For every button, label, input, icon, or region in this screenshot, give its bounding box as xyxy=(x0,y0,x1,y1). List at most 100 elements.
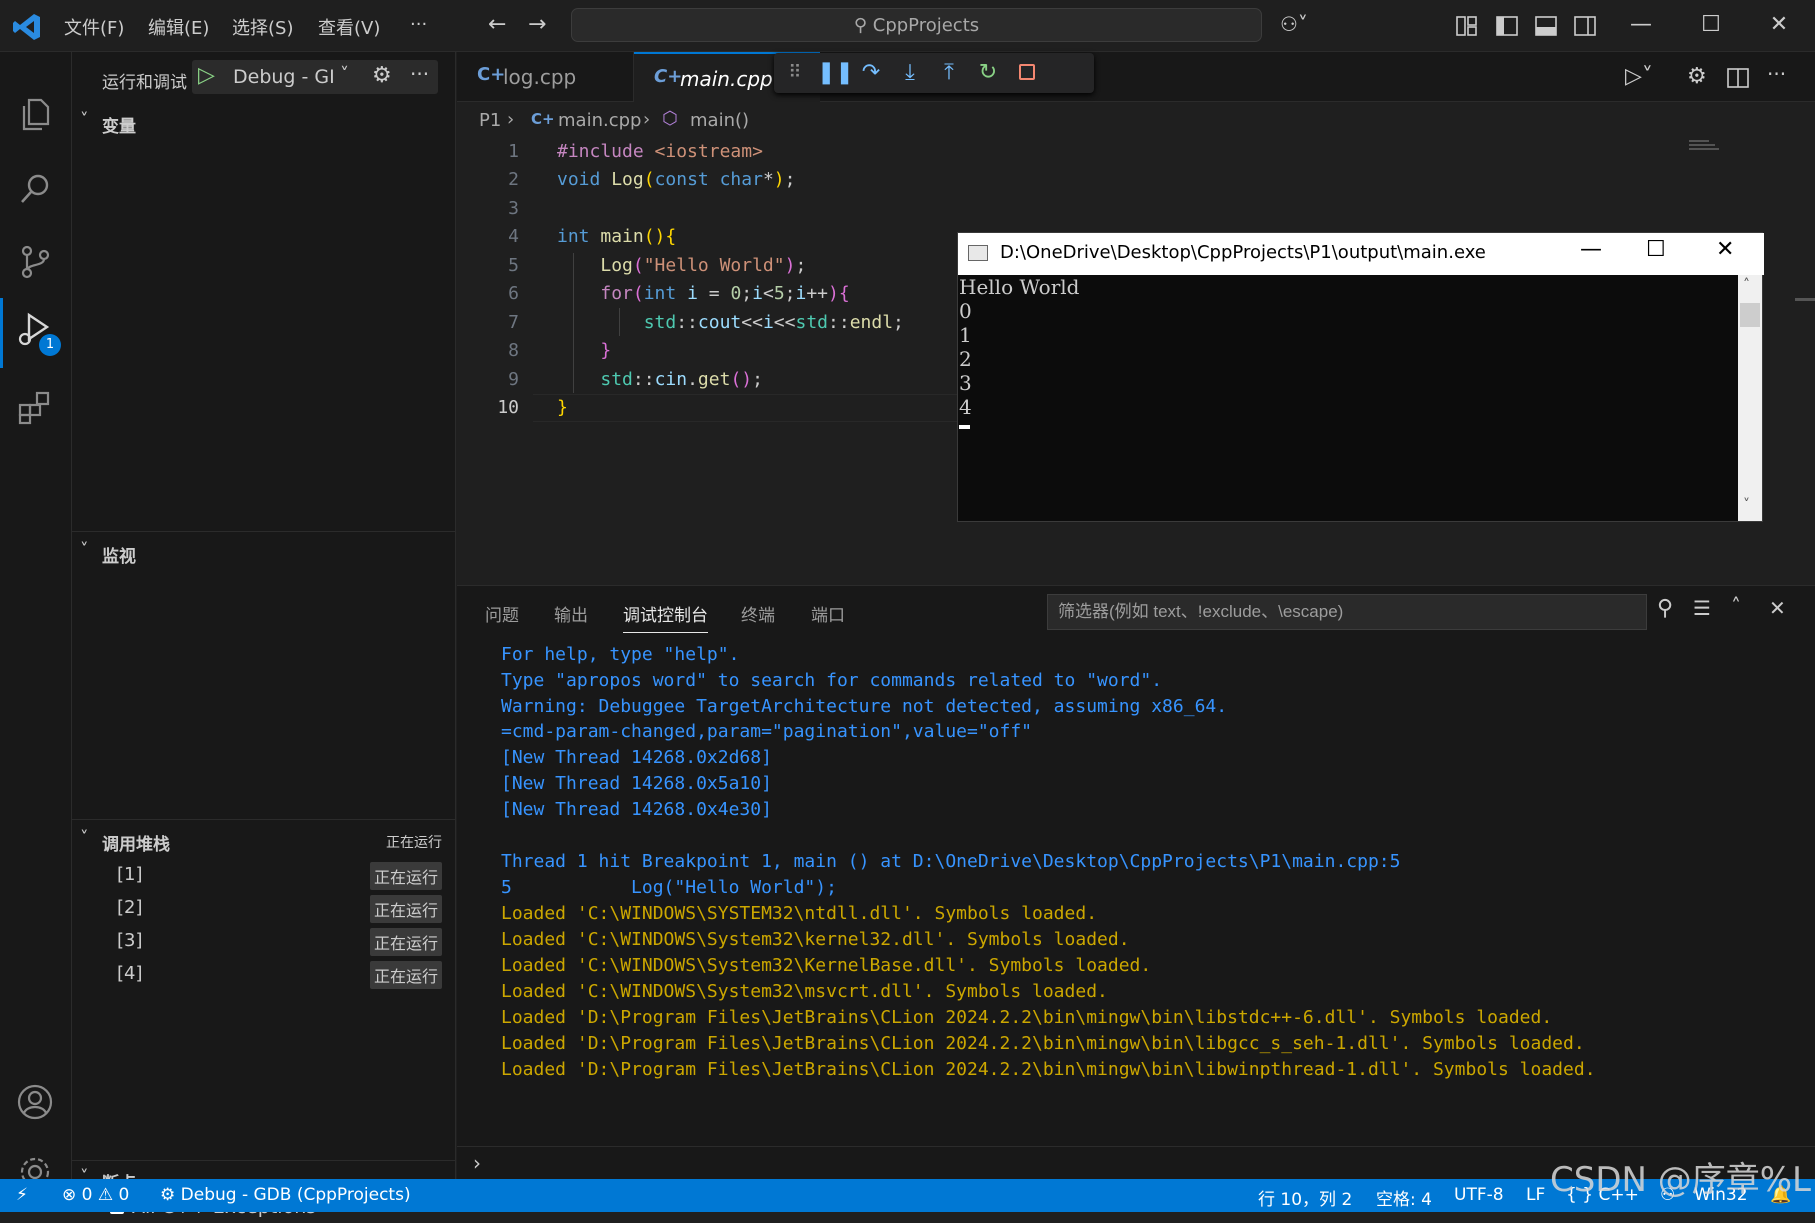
thread-name: [4] xyxy=(117,963,143,984)
encoding[interactable]: UTF-8 xyxy=(1454,1185,1504,1205)
cursor-position[interactable]: 行 10，列 2 xyxy=(1258,1185,1352,1210)
tab-debug-console[interactable]: 调试控制台 xyxy=(623,601,708,633)
breadcrumb: P1 › C+ main.cpp › ⬡ main() xyxy=(457,104,1815,138)
thread-row[interactable]: [1] 正在运行 xyxy=(72,858,456,891)
more-actions-icon[interactable]: ··· xyxy=(410,62,429,86)
run-split-icon[interactable]: ▷˅ xyxy=(1625,64,1653,89)
step-over-icon[interactable]: ↷ xyxy=(856,59,886,87)
chevron-down-icon: ˅ xyxy=(80,828,89,848)
breadcrumb-symbol[interactable]: main() xyxy=(690,110,749,131)
maximize-panel-chevron-up-icon[interactable]: ˄ xyxy=(1731,594,1741,618)
menu-view[interactable]: 查看(V) xyxy=(318,14,380,40)
maximize-window-button[interactable]: ☐ xyxy=(1696,12,1726,40)
tab-problems[interactable]: 问题 xyxy=(485,601,519,626)
source-control-activity[interactable] xyxy=(0,230,72,292)
variables-section-header[interactable]: ˅ 变量 xyxy=(72,108,456,138)
console-minimize-button[interactable]: — xyxy=(1580,237,1602,262)
minimap[interactable] xyxy=(1689,138,1729,158)
stop-button[interactable] xyxy=(1012,59,1042,87)
console-maximize-button[interactable]: ☐ xyxy=(1646,237,1666,262)
toggle-primary-sidebar-icon[interactable] xyxy=(1496,16,1518,36)
thread-name: [3] xyxy=(117,930,143,951)
thread-row[interactable]: [3] 正在运行 xyxy=(72,924,456,957)
clear-console-icon[interactable]: ☰ xyxy=(1693,596,1711,620)
watch-section-header[interactable]: ˅ 监视 xyxy=(72,538,456,568)
nav-back-icon[interactable]: ← xyxy=(488,12,506,37)
chevron-right-icon: › xyxy=(507,109,515,130)
run-debug-sidebar: 运行和调试 ▷ Debug - GI ˅ ⚙ ··· ˅ 变量 ˅ 监视 ˅ 调… xyxy=(72,52,456,1218)
split-editor-icon[interactable] xyxy=(1727,68,1749,88)
code-line: for(int i = 0;i<5;i++){ xyxy=(600,283,850,304)
thread-row[interactable]: [4] 正在运行 xyxy=(72,957,456,990)
console-line: Loaded 'D:\Program Files\JetBrains\CLion… xyxy=(501,1059,1596,1080)
console-window[interactable]: D:\OneDrive\Desktop\CppProjects\P1\outpu… xyxy=(957,232,1764,522)
toggle-panel-icon[interactable] xyxy=(1535,16,1557,36)
customize-layout-icon[interactable] xyxy=(1456,16,1478,36)
accounts-activity[interactable] xyxy=(0,1070,72,1132)
indentation[interactable]: 空格: 4 xyxy=(1376,1185,1432,1210)
end-of-line[interactable]: LF xyxy=(1526,1185,1545,1205)
menu-selection[interactable]: 选择(S) xyxy=(232,14,293,40)
callstack-title: 调用堆栈 xyxy=(102,835,170,855)
console-scrollbar[interactable]: ˄ ˅ xyxy=(1738,275,1762,521)
activity-bar: 1 xyxy=(0,52,72,1187)
explorer-activity[interactable] xyxy=(0,82,72,144)
minimize-window-button[interactable]: — xyxy=(1626,12,1656,40)
extensions-activity[interactable] xyxy=(0,376,72,438)
restart-icon[interactable]: ↻ xyxy=(973,59,1003,87)
close-window-button[interactable]: ✕ xyxy=(1764,12,1794,40)
scrollbar-thumb[interactable] xyxy=(1795,298,1815,301)
pause-button[interactable]: ❚❚ xyxy=(817,59,854,87)
menu-more[interactable]: ··· xyxy=(410,14,427,35)
tab-output[interactable]: 输出 xyxy=(554,601,588,626)
breadcrumb-folder[interactable]: P1 xyxy=(479,110,501,131)
toggle-secondary-sidebar-icon[interactable] xyxy=(1574,16,1596,36)
remote-icon[interactable]: ⚡ xyxy=(16,1185,28,1205)
scroll-down-icon[interactable]: ˅ xyxy=(1743,497,1750,513)
debug-config-select[interactable]: ▷ Debug - GI ˅ xyxy=(192,60,438,94)
start-debugging-icon[interactable]: ▷ xyxy=(198,63,215,88)
tab-log-cpp[interactable]: C+ log.cpp xyxy=(457,52,634,102)
step-out-icon[interactable]: ⤒ xyxy=(934,59,964,87)
search-icon[interactable]: ⚲ xyxy=(1657,596,1673,621)
console-title-bar[interactable]: D:\OneDrive\Desktop\CppProjects\P1\outpu… xyxy=(958,233,1764,275)
debug-status[interactable]: ⚙ Debug - GDB (CppProjects) xyxy=(160,1185,411,1205)
tab-terminal[interactable]: 终端 xyxy=(741,601,775,626)
thread-state-badge: 正在运行 xyxy=(369,928,442,956)
open-launch-json-gear-icon[interactable]: ⚙ xyxy=(372,63,392,88)
step-into-icon[interactable]: ⤓ xyxy=(895,59,925,87)
menu-file[interactable]: 文件(F) xyxy=(64,14,124,40)
command-center-search[interactable]: ⚲ CppProjects xyxy=(571,8,1262,42)
editor-more-icon[interactable]: ··· xyxy=(1767,62,1786,86)
section-divider xyxy=(72,1160,456,1161)
console-line: 0 xyxy=(959,299,972,323)
line-number: 5 xyxy=(508,255,519,276)
menu-edit[interactable]: 编辑(E) xyxy=(148,14,209,40)
copilot-icon[interactable]: ⚇˅ xyxy=(1280,12,1308,36)
debug-settings-gear-icon[interactable]: ⚙ xyxy=(1687,64,1707,89)
problems-status[interactable]: ⊗ 0 ⚠ 0 xyxy=(62,1185,129,1205)
thread-row[interactable]: [2] 正在运行 xyxy=(72,891,456,924)
console-close-button[interactable]: ✕ xyxy=(1716,237,1734,262)
drag-handle-icon[interactable]: ⠿ xyxy=(780,59,810,87)
search-activity[interactable] xyxy=(0,157,72,219)
line-number: 1 xyxy=(508,141,519,162)
warning-count: 0 xyxy=(118,1185,130,1205)
callstack-status: 正在运行 xyxy=(386,835,442,851)
console-filter-input[interactable] xyxy=(1048,595,1646,629)
run-debug-activity[interactable]: 1 xyxy=(0,298,72,368)
console-scroll-thumb[interactable] xyxy=(1740,303,1760,327)
watch-title: 监视 xyxy=(102,547,136,567)
callstack-section-header[interactable]: ˅ 调用堆栈 正在运行 xyxy=(72,826,456,856)
scroll-up-icon[interactable]: ˄ xyxy=(1743,277,1750,293)
close-panel-icon[interactable]: ✕ xyxy=(1769,596,1786,620)
breadcrumb-file[interactable]: main.cpp xyxy=(558,110,641,131)
chevron-right-icon: › xyxy=(473,1151,481,1175)
tab-ports[interactable]: 端口 xyxy=(811,601,845,626)
error-count: 0 xyxy=(81,1185,93,1205)
source-control-icon xyxy=(21,245,50,279)
console-filter[interactable] xyxy=(1047,594,1647,630)
console-line: 4 xyxy=(959,395,972,419)
nav-forward-icon[interactable]: → xyxy=(528,12,546,37)
console-line: [New Thread 14268.0x4e30] xyxy=(501,799,772,820)
